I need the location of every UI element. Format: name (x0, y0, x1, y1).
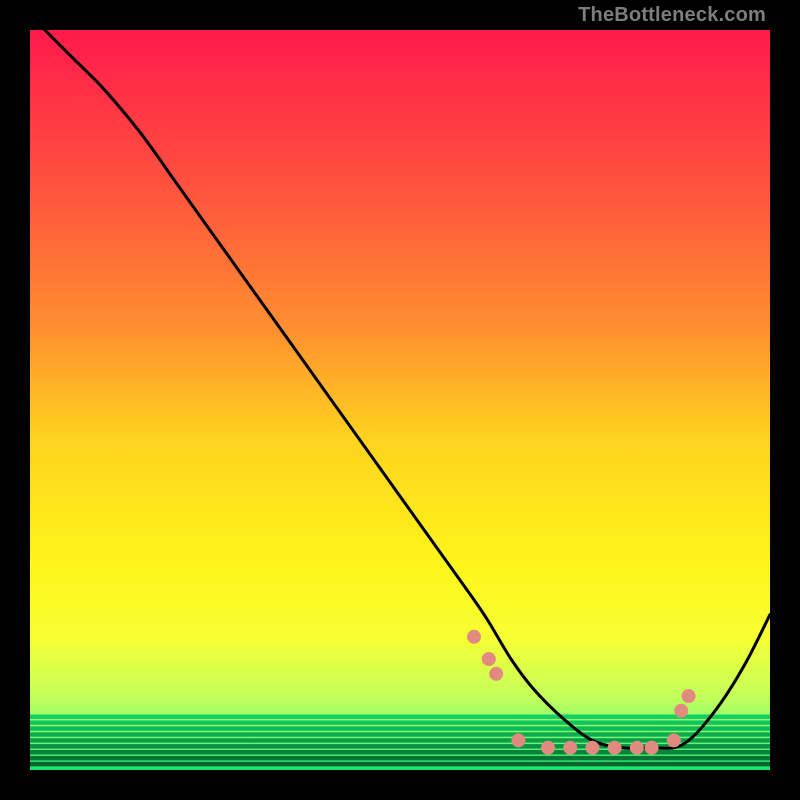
marker-dot (630, 741, 644, 755)
marker-dot (467, 630, 481, 644)
marker-dot (482, 652, 496, 666)
marker-dot (682, 689, 696, 703)
marker-dot (674, 704, 688, 718)
marker-dot (541, 741, 555, 755)
chart-frame (30, 30, 770, 770)
bottleneck-chart (30, 30, 770, 770)
marker-dot (667, 733, 681, 747)
marker-dot (563, 741, 577, 755)
marker-dot (645, 741, 659, 755)
bottom-green-bands (30, 715, 770, 767)
gradient-background (30, 30, 770, 770)
watermark-text: TheBottleneck.com (578, 4, 766, 27)
marker-dot (608, 741, 622, 755)
marker-dot (585, 741, 599, 755)
marker-dot (489, 667, 503, 681)
marker-dot (511, 733, 525, 747)
